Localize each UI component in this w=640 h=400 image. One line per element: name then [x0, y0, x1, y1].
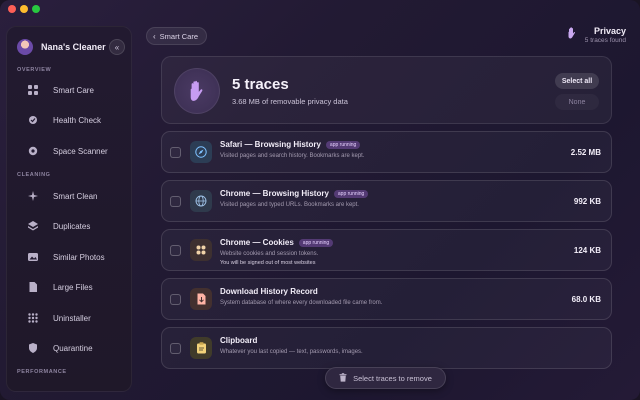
- sidebar-item-label: Similar Photos: [53, 252, 105, 262]
- trace-checkbox[interactable]: [170, 196, 181, 207]
- section-label-cleaning: CLEANING: [17, 172, 51, 178]
- sidebar-item-space-scanner[interactable]: Space Scanner: [13, 141, 127, 161]
- sidebar-item-duplicates[interactable]: Duplicates: [13, 216, 127, 236]
- disk-icon: [23, 146, 43, 156]
- sidebar-item-label: Duplicates: [53, 221, 91, 231]
- stethoscope-icon: [23, 115, 43, 125]
- section-label-performance: PERFORMANCE: [17, 369, 67, 375]
- trace-row-safari-history[interactable]: Safari — Browsing History app running Vi…: [161, 131, 612, 173]
- collapse-sidebar-button[interactable]: «: [109, 39, 125, 55]
- avatar: [17, 39, 33, 55]
- minimize-window-button[interactable]: [20, 5, 28, 13]
- grid-icon: [23, 85, 43, 95]
- back-button[interactable]: ‹ Smart Care: [146, 27, 208, 45]
- sidebar-item-quarantine[interactable]: Quarantine: [13, 338, 127, 358]
- chevron-left-icon: ‹: [153, 31, 156, 41]
- remove-traces-label: Select traces to remove: [353, 373, 432, 383]
- trace-description: Visited pages and typed URLs. Bookmarks …: [220, 202, 359, 208]
- app-window: Nana's Cleaner « OVERVIEW Smart Care Hea…: [0, 0, 640, 400]
- hand-icon: [174, 68, 220, 114]
- trace-size: 124 KB: [573, 246, 601, 255]
- cookie-icon: [190, 239, 212, 261]
- trace-size: 68.0 KB: [571, 295, 601, 304]
- zoom-window-button[interactable]: [32, 5, 40, 13]
- sidebar-item-health-check[interactable]: Health Check: [13, 110, 127, 130]
- page-header: Privacy 5 traces found: [567, 26, 626, 44]
- trace-warning: You will be signed out of most websites: [220, 260, 316, 266]
- trace-title: Chrome — Cookies: [220, 238, 294, 247]
- globe-icon: [190, 190, 212, 212]
- download-doc-icon: [190, 288, 212, 310]
- trace-title: Chrome — Browsing History: [220, 189, 329, 198]
- trace-description: Whatever you last copied — text, passwor…: [220, 349, 363, 355]
- trash-icon: [339, 372, 347, 384]
- app-running-badge: app running: [333, 189, 369, 198]
- sidebar-item-label: Quarantine: [53, 343, 93, 353]
- photo-icon: [23, 252, 43, 262]
- sidebar-item-smart-clean[interactable]: Smart Clean: [13, 186, 127, 206]
- sidebar-item-label: Space Scanner: [53, 146, 108, 156]
- app-running-badge: app running: [325, 140, 361, 149]
- apps-grid-icon: [23, 313, 43, 323]
- summary-card: 5 traces 3.68 MB of removable privacy da…: [161, 56, 612, 124]
- trace-size-summary: 3.68 MB of removable privacy data: [232, 97, 348, 106]
- trace-row-download-history[interactable]: Download History Record System database …: [161, 278, 612, 320]
- trace-checkbox[interactable]: [170, 294, 181, 305]
- app-header: Nana's Cleaner «: [17, 37, 125, 57]
- app-name: Nana's Cleaner: [41, 42, 106, 52]
- select-all-button[interactable]: Select all: [555, 73, 599, 89]
- sidebar-item-label: Large Files: [53, 282, 93, 292]
- trace-size: 2.52 MB: [570, 148, 601, 157]
- trace-row-chrome-history[interactable]: Chrome — Browsing History app running Vi…: [161, 180, 612, 222]
- sidebar-item-label: Health Check: [53, 115, 102, 125]
- sidebar-item-smart-care[interactable]: Smart Care: [13, 80, 127, 100]
- trace-checkbox[interactable]: [170, 147, 181, 158]
- trace-row-clipboard[interactable]: Clipboard Whatever you last copied — tex…: [161, 327, 612, 369]
- sparkle-icon: [23, 191, 43, 201]
- hand-icon: [567, 26, 577, 44]
- trace-description: System database of where every downloade…: [220, 300, 383, 306]
- sidebar-item-label: Smart Care: [53, 85, 94, 95]
- trace-size: 992 KB: [573, 197, 601, 206]
- sidebar-item-label: Smart Clean: [53, 191, 98, 201]
- sidebar-item-label: Uninstaller: [53, 313, 91, 323]
- trace-row-chrome-cookies[interactable]: Chrome — Cookies app running Website coo…: [161, 229, 612, 271]
- trace-title: Download History Record: [220, 287, 318, 296]
- trace-title: Safari — Browsing History: [220, 140, 321, 149]
- shield-icon: [23, 343, 43, 353]
- app-running-badge: app running: [298, 238, 334, 247]
- trace-checkbox[interactable]: [170, 245, 181, 256]
- close-window-button[interactable]: [8, 5, 16, 13]
- trace-count: 5 traces: [232, 76, 289, 93]
- layers-icon: [23, 221, 43, 231]
- title-bar: [0, 0, 640, 18]
- select-none-button[interactable]: None: [555, 94, 599, 110]
- sidebar: Nana's Cleaner « OVERVIEW Smart Care Hea…: [6, 26, 132, 392]
- file-icon: [23, 282, 43, 292]
- trace-description: Website cookies and session tokens.: [220, 251, 319, 257]
- clipboard-icon: [190, 337, 212, 359]
- sidebar-item-uninstaller[interactable]: Uninstaller: [13, 308, 127, 328]
- section-label-overview: OVERVIEW: [17, 67, 52, 73]
- back-button-label: Smart Care: [159, 31, 199, 41]
- safari-compass-icon: [190, 141, 212, 163]
- trace-checkbox[interactable]: [170, 343, 181, 354]
- page-subtitle: 5 traces found: [584, 37, 626, 44]
- sidebar-item-large-files[interactable]: Large Files: [13, 277, 127, 297]
- sidebar-item-similar-photos[interactable]: Similar Photos: [13, 247, 127, 267]
- trace-description: Visited pages and search history. Bookma…: [220, 153, 365, 159]
- page-title: Privacy: [593, 26, 626, 36]
- remove-traces-button[interactable]: Select traces to remove: [325, 367, 446, 389]
- trace-title: Clipboard: [220, 336, 258, 345]
- double-chevron-left-icon: «: [114, 42, 120, 52]
